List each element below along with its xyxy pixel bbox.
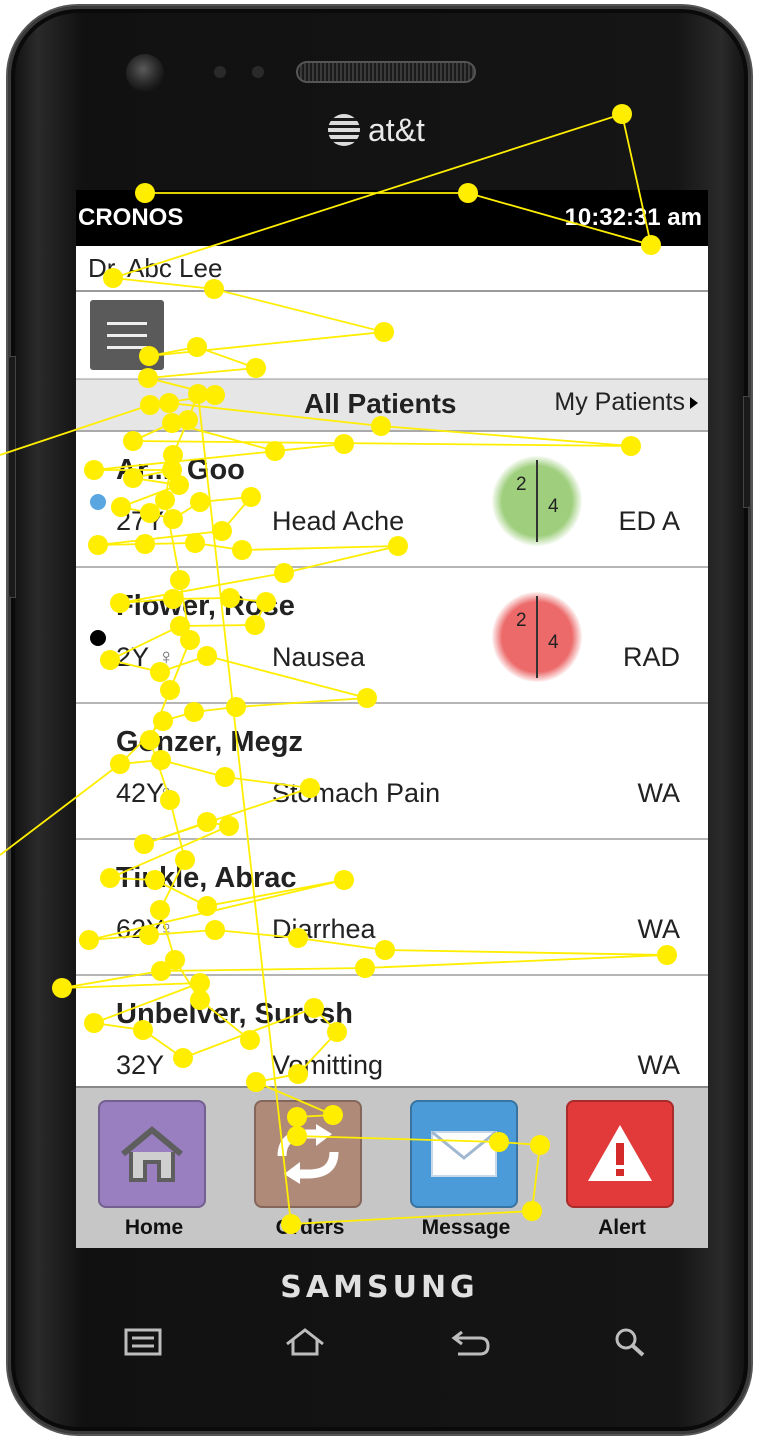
nav-orders[interactable]: Orders bbox=[254, 1100, 366, 1248]
menu-button[interactable] bbox=[90, 300, 164, 370]
total-count: 4 bbox=[548, 632, 559, 653]
nav-message[interactable]: Message bbox=[410, 1100, 522, 1248]
nav-label: Orders bbox=[275, 1216, 345, 1239]
total-count: 4 bbox=[548, 496, 559, 517]
gender-icon: ♀ bbox=[158, 916, 175, 941]
task-count-badge[interactable]: 2 4 bbox=[492, 592, 582, 682]
department: WA bbox=[637, 1050, 681, 1080]
department: ED A bbox=[618, 506, 680, 536]
patient-age: 42Y bbox=[116, 778, 165, 808]
chief-complaint: Vomitting bbox=[272, 1050, 384, 1080]
patient-name: Ar..., Goo bbox=[116, 454, 245, 486]
nav-label: Home bbox=[124, 1216, 184, 1239]
patient-row[interactable]: Gonzer, Megz 42Y ♀ Stomach Pain WA bbox=[76, 704, 708, 840]
nav-label: Message bbox=[421, 1216, 511, 1239]
tab-all-patients[interactable]: All Patients bbox=[304, 388, 456, 420]
patient-age: 2Y bbox=[116, 642, 150, 672]
pending-count: 2 bbox=[516, 474, 527, 495]
envelope-icon[interactable] bbox=[410, 1100, 518, 1208]
status-bar: CRONOS 10:32:31 am bbox=[76, 190, 708, 246]
app-name: CRONOS bbox=[78, 204, 184, 231]
carrier-name: at&t bbox=[368, 111, 425, 148]
menu-icon-bar bbox=[107, 333, 147, 337]
home-icon[interactable] bbox=[98, 1100, 206, 1208]
department: RAD bbox=[622, 642, 680, 672]
back-key-icon[interactable] bbox=[448, 1324, 494, 1360]
gender-icon: ♀ bbox=[158, 780, 175, 805]
patient-row[interactable]: Ar..., Goo 27Y Head Ache ED A 2 4 bbox=[76, 432, 708, 568]
department: WA bbox=[637, 778, 681, 808]
menu-key-icon[interactable] bbox=[120, 1324, 166, 1360]
patient-name: Gonzer, Megz bbox=[116, 726, 303, 758]
department: WA bbox=[637, 914, 681, 944]
tab-my-patients[interactable]: My Patients bbox=[554, 388, 698, 417]
patient-name: Flower, Rose bbox=[116, 590, 295, 622]
chief-complaint: Stomach Pain bbox=[272, 778, 441, 808]
menu-icon bbox=[107, 321, 147, 325]
menu-icon-bar bbox=[107, 345, 147, 349]
chief-complaint: Head Ache bbox=[272, 506, 405, 536]
bottom-nav: Home Orders Message Alert bbox=[76, 1086, 708, 1248]
patient-age: 62Y bbox=[116, 914, 165, 944]
chevron-right-icon bbox=[690, 397, 698, 410]
nav-label: Alert bbox=[598, 1216, 646, 1239]
patient-age: 32Y bbox=[116, 1050, 165, 1080]
patient-row[interactable]: Tinkle, Abrac 62Y ♀ Diarrhea WA bbox=[76, 840, 708, 976]
front-camera bbox=[126, 54, 164, 92]
toolbar bbox=[76, 292, 708, 379]
gender-icon: ♀ bbox=[158, 644, 175, 669]
light-sensor bbox=[252, 66, 264, 78]
att-globe-icon bbox=[328, 114, 360, 146]
patient-age: 27Y bbox=[116, 506, 165, 536]
nav-alert[interactable]: Alert bbox=[566, 1100, 678, 1248]
patient-list: Ar..., Goo 27Y Head Ache ED A 2 4 Flower, R… bbox=[76, 432, 708, 1112]
clock: 10:32:31 am bbox=[564, 204, 702, 231]
badge-divider bbox=[536, 596, 538, 678]
alert-icon[interactable] bbox=[566, 1100, 674, 1208]
chief-complaint: Diarrhea bbox=[272, 914, 376, 944]
pending-count: 2 bbox=[516, 610, 527, 631]
patient-name: Tinkle, Abrac bbox=[116, 862, 297, 894]
phone-frame: at&t CRONOS 10:32:31 am Dr. Abc Lee All … bbox=[8, 6, 751, 1434]
samsung-logo: SAMSUNG bbox=[280, 1270, 479, 1305]
proximity-sensor bbox=[214, 66, 226, 78]
carrier-logo: at&t bbox=[328, 110, 425, 150]
earpiece-speaker bbox=[296, 61, 476, 83]
tab-my-patients-label: My Patients bbox=[554, 388, 685, 416]
patient-name: Unbelver, Suresh bbox=[116, 998, 353, 1030]
task-count-badge[interactable]: 2 4 bbox=[492, 456, 582, 546]
refresh-icon[interactable] bbox=[254, 1100, 362, 1208]
patient-tabs: All Patients My Patients bbox=[76, 379, 708, 432]
volume-key[interactable] bbox=[8, 356, 16, 598]
chief-complaint: Nausea bbox=[272, 642, 366, 672]
doctor-name: Dr. Abc Lee bbox=[76, 246, 708, 292]
app-screen: CRONOS 10:32:31 am Dr. Abc Lee All Patie… bbox=[76, 190, 708, 1248]
search-key-icon[interactable] bbox=[608, 1324, 654, 1360]
nav-home[interactable]: Home bbox=[98, 1100, 210, 1248]
home-key-icon[interactable] bbox=[282, 1324, 328, 1360]
power-key[interactable] bbox=[743, 396, 751, 508]
status-dot bbox=[90, 494, 106, 510]
badge-divider bbox=[536, 460, 538, 542]
patient-row[interactable]: Flower, Rose 2Y ♀ Nausea RAD 2 4 bbox=[76, 568, 708, 704]
status-dot bbox=[90, 630, 106, 646]
